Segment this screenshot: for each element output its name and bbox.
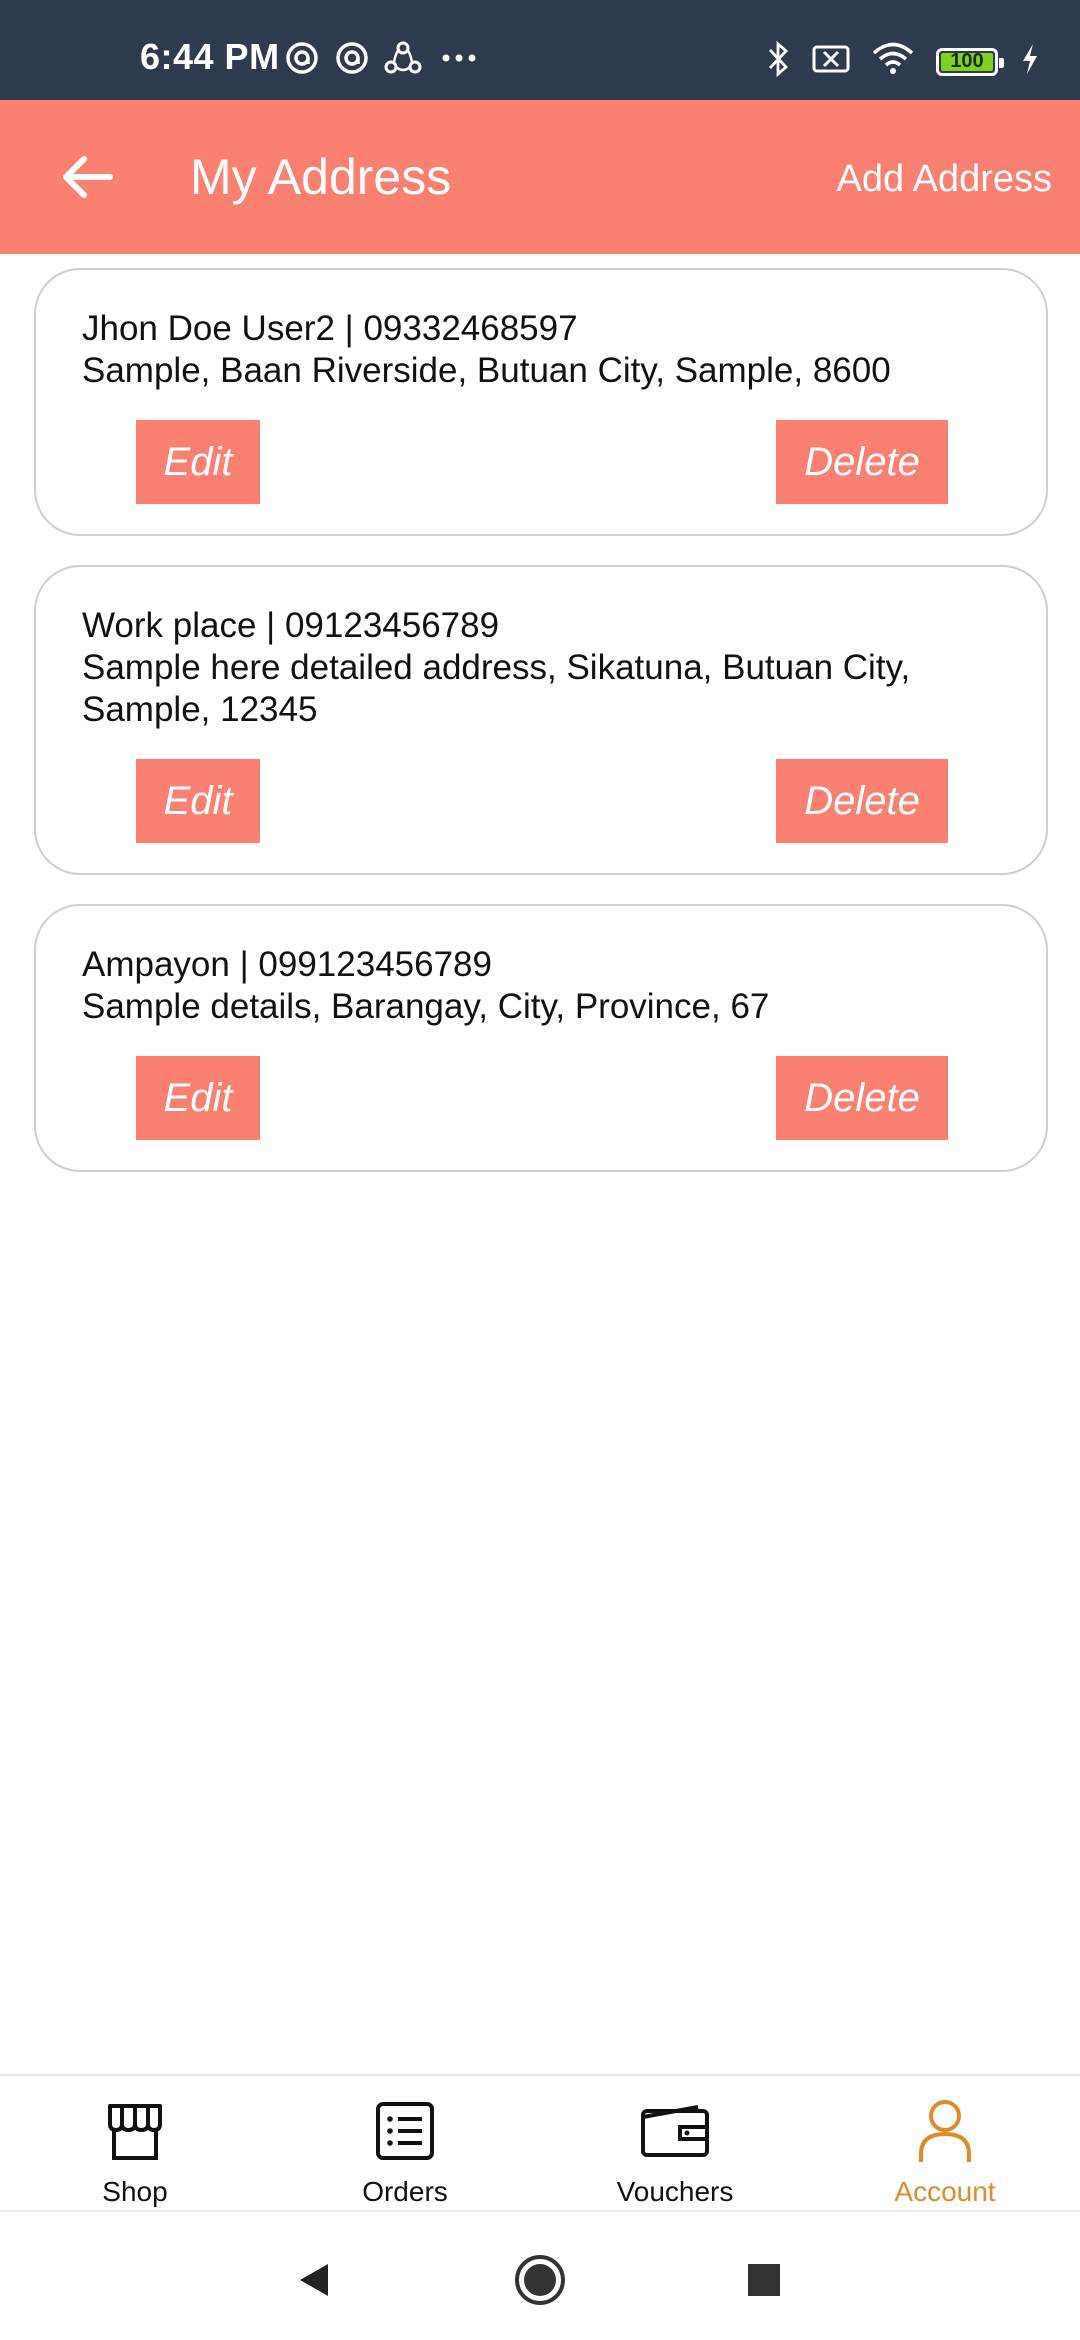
status-bar: 6:44 PM 100 <box>0 0 1080 100</box>
address-contact: Jhon Doe User2 | 09332468597 <box>82 309 578 348</box>
battery-level: 100 <box>950 50 984 72</box>
arrow-left-icon <box>60 155 114 204</box>
address-card: Work place | 09123456789 Sample here det… <box>34 565 1048 875</box>
share-icon <box>384 40 422 81</box>
bottom-nav: Shop Orders Vouchers Account <box>0 2074 1080 2210</box>
no-sim-icon <box>812 43 850 80</box>
delete-button[interactable]: Delete <box>776 759 948 843</box>
address-contact: Ampayon | 099123456789 <box>82 945 492 984</box>
nav-item-shop[interactable]: Shop <box>0 2076 270 2212</box>
battery-icon: 100 <box>936 47 1004 76</box>
nav-item-vouchers[interactable]: Vouchers <box>540 2076 810 2212</box>
charging-icon <box>1020 42 1040 81</box>
address-card: Ampayon | 099123456789 Sample details, B… <box>34 904 1048 1172</box>
edit-button[interactable]: Edit <box>136 420 260 504</box>
recents-square-icon <box>744 2260 784 2305</box>
nav-item-account[interactable]: Account <box>810 2076 1080 2212</box>
store-icon <box>100 2096 170 2166</box>
list-icon <box>370 2096 440 2166</box>
more-dots-icon <box>436 40 482 81</box>
at-sign-icon <box>284 40 320 81</box>
edit-button[interactable]: Edit <box>136 1056 260 1140</box>
nav-label: Shop <box>102 2176 168 2207</box>
add-address-button[interactable]: Add Address <box>837 158 1052 201</box>
wallet-icon <box>640 2096 710 2166</box>
at-sign-icon <box>334 40 370 81</box>
system-nav-bar <box>0 2210 1080 2340</box>
back-triangle-icon <box>294 2260 334 2305</box>
page-title: My Address <box>190 149 452 205</box>
user-icon <box>910 2096 980 2166</box>
nav-item-orders[interactable]: Orders <box>270 2076 540 2212</box>
edit-button[interactable]: Edit <box>136 759 260 843</box>
address-contact: Work place | 09123456789 <box>82 606 500 645</box>
address-details: Sample details, Barangay, City, Province… <box>82 987 770 1026</box>
address-details: Sample here detailed address, Sikatuna, … <box>82 648 911 729</box>
status-notification-icons <box>284 40 482 81</box>
system-recents-button[interactable] <box>734 2252 794 2312</box>
status-time: 6:44 PM <box>140 36 280 77</box>
address-card: Jhon Doe User2 | 09332468597 Sample, Baa… <box>34 268 1048 536</box>
app-bar: My Address Add Address <box>0 100 1080 254</box>
home-circle-icon <box>513 2253 567 2312</box>
address-text: Jhon Doe User2 | 09332468597 Sample, Baa… <box>82 308 1002 392</box>
address-text: Ampayon | 099123456789 Sample details, B… <box>82 944 1002 1028</box>
delete-button[interactable]: Delete <box>776 420 948 504</box>
wifi-icon <box>872 42 914 81</box>
system-back-button[interactable] <box>284 2252 344 2312</box>
address-details: Sample, Baan Riverside, Butuan City, Sam… <box>82 351 891 390</box>
nav-label: Orders <box>362 2176 448 2207</box>
address-text: Work place | 09123456789 Sample here det… <box>82 605 1002 731</box>
system-home-button[interactable] <box>510 2252 570 2312</box>
bluetooth-icon <box>766 40 790 83</box>
status-system-icons: 100 <box>766 40 1040 83</box>
back-button[interactable] <box>52 144 122 214</box>
nav-label: Account <box>894 2176 996 2207</box>
delete-button[interactable]: Delete <box>776 1056 948 1140</box>
nav-label: Vouchers <box>616 2176 734 2207</box>
